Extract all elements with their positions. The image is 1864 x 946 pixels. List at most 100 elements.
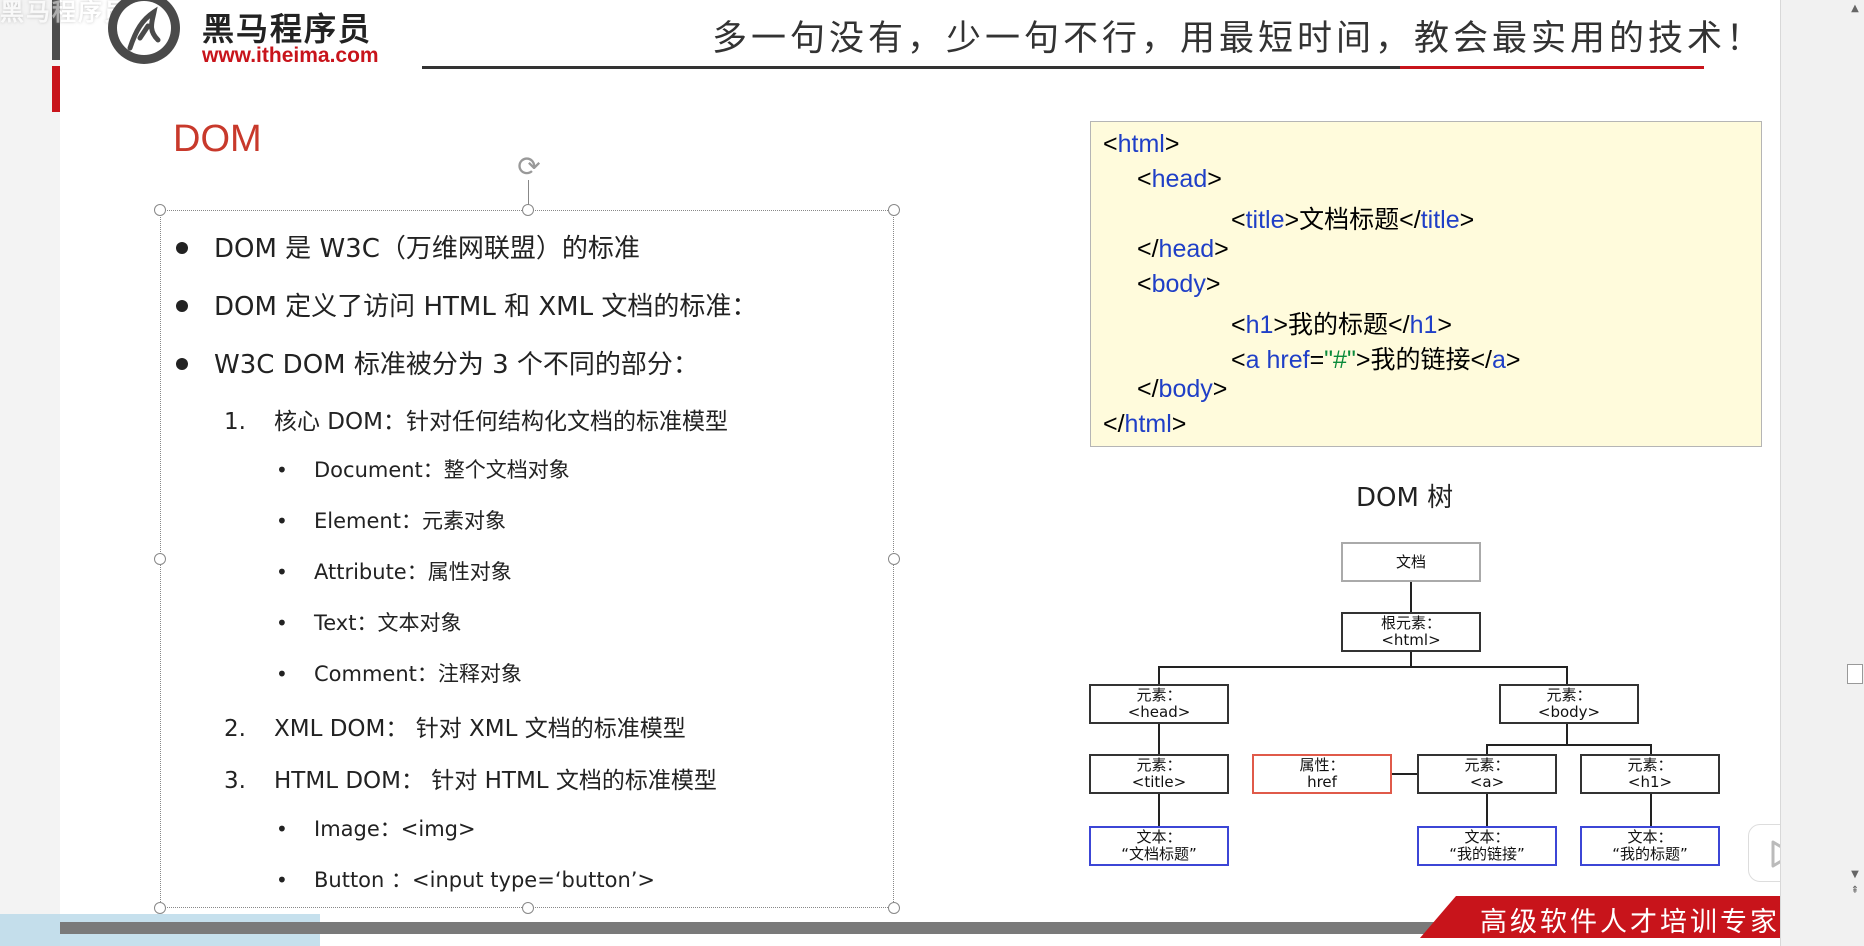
resize-handle-bottom-left[interactable] [154,902,166,914]
sub-item: • Element：元素对象 [276,505,506,535]
code-attr: href [1266,346,1310,374]
code-line: </body> [1137,375,1227,404]
node-label: 文档 [1395,552,1426,571]
code-line: </html> [1103,410,1186,439]
resize-handle-top[interactable] [522,204,534,216]
bullet-dot-icon [176,299,188,312]
code-tag: head [1151,165,1208,193]
sub-bullet-icon: • [276,868,288,892]
resize-handle-top-right[interactable] [888,204,900,216]
page-title: DOM [173,118,262,160]
code-punct: > [1355,346,1371,374]
tree-node-document: 文档 [1341,542,1481,582]
node-tag: <html> [1381,631,1441,649]
right-scrollbar[interactable]: ▲ ▼ ⇞ [1780,0,1864,946]
node-tag: <a> [1469,773,1505,791]
code-tag: a [1492,346,1506,374]
sub-item-text: Element：元素对象 [314,509,506,533]
code-punct: < [1231,346,1246,374]
rotate-handle-icon[interactable]: ⟳ [514,152,544,182]
numbered-item: 2. XML DOM： 针对 XML 文档的标准模型 [224,709,686,743]
code-punct: > [1284,206,1300,234]
bullet-text: DOM 定义了访问 HTML 和 XML 文档的标准： [214,292,758,322]
page-up-icon[interactable]: ⇞ [1848,884,1862,898]
header-divider-accent [1400,66,1704,69]
tree-connector [1410,582,1412,612]
resize-handle-right[interactable] [888,553,900,565]
code-punct: > [1171,410,1187,438]
numbered-item: 3. HTML DOM： 针对 HTML 文档的标准模型 [224,761,717,795]
sub-bullet-icon: • [276,817,288,841]
bullet-dot-icon [176,357,188,370]
code-punct: < [1137,270,1152,298]
sub-bullet-icon: • [276,560,288,584]
code-line: <body> [1137,270,1220,299]
code-tag: body [1158,375,1213,403]
sub-bullet-icon: • [276,458,288,482]
node-tag: “我的标题” [1612,845,1688,863]
node-tag: href [1307,773,1337,791]
brand-logo: 黑马程序员 www.itheima.com [102,0,402,74]
resize-handle-top-left[interactable] [154,204,166,216]
sub-bullet-icon: • [276,611,288,635]
tree-connector [1158,666,1160,684]
scroll-up-icon[interactable]: ▲ [1848,2,1862,16]
slogan: 多一句没有，少一句不行，用最短时间，教会最实用的技术！ [712,19,1766,59]
sub-item: • Text：文本对象 [276,607,461,637]
item-number: 2. [224,716,246,742]
node-tag: <title> [1131,773,1187,791]
code-text: 文档标题 [1299,205,1400,234]
tree-connector [1566,666,1568,684]
code-punct: </ [1103,410,1125,438]
tree-connector [1158,666,1568,668]
code-punct: > [1214,235,1229,263]
resize-handle-bottom-right[interactable] [888,902,900,914]
sub-item-text: Button ：<input type=‘button’> [314,868,656,892]
item-text: HTML DOM： 针对 HTML 文档的标准模型 [274,768,717,794]
code-line: <head> [1137,165,1222,194]
code-text: 我的标题 [1288,310,1389,339]
code-punct: > [1207,165,1222,193]
sub-item: • Document：整个文档对象 [276,454,570,484]
tree-connector [1158,794,1160,826]
item-text: 核心 DOM：针对任何结构化文档的标准模型 [274,409,728,435]
code-line: <h1>我的标题</h1> [1231,305,1452,341]
sub-bullet-icon: • [276,662,288,686]
tree-node-a: 元素： <a> [1417,754,1557,794]
resize-handle-left[interactable] [154,553,166,565]
code-tag: a [1245,346,1260,374]
node-label: 元素： [1627,756,1673,774]
code-punct: > [1164,130,1180,158]
code-punct: </ [1388,311,1410,339]
code-line: </head> [1137,235,1229,264]
code-line: <a href="#">我的链接</a> [1231,340,1521,376]
tree-node-title: 元素： <title> [1089,754,1229,794]
tree-node-text-title: 文本： “文档标题” [1089,826,1229,866]
dom-tree-title: DOM 树 [1356,483,1454,513]
resize-handle-bottom[interactable] [522,902,534,914]
code-tag: html [1124,410,1172,438]
scroll-down-icon[interactable]: ▼ [1848,868,1862,882]
code-punct: < [1231,206,1246,234]
code-punct: > [1212,375,1228,403]
node-tag: <body> [1537,703,1601,721]
code-punct: > [1205,270,1221,298]
code-line: <html> [1103,130,1179,159]
tree-node-root: 根元素： <html> [1341,612,1481,652]
node-tag: <head> [1127,703,1191,721]
tree-connector [1486,744,1650,746]
code-punct: < [1137,165,1152,193]
tree-connector [1650,794,1652,826]
code-punct: > [1505,346,1521,374]
node-tag: <h1> [1627,773,1673,791]
code-text: 我的链接 [1370,345,1471,374]
node-label: 根元素： [1380,614,1441,632]
code-punct: > [1273,311,1289,339]
tree-connector [1566,724,1568,744]
bullet-dot-icon [176,241,188,254]
sub-item: • Button ：<input type=‘button’> [276,864,655,894]
tree-connector [1392,773,1418,775]
item-text: XML DOM： 针对 XML 文档的标准模型 [274,716,686,742]
scroll-thumb[interactable] [1847,664,1863,684]
code-punct: </ [1137,375,1159,403]
